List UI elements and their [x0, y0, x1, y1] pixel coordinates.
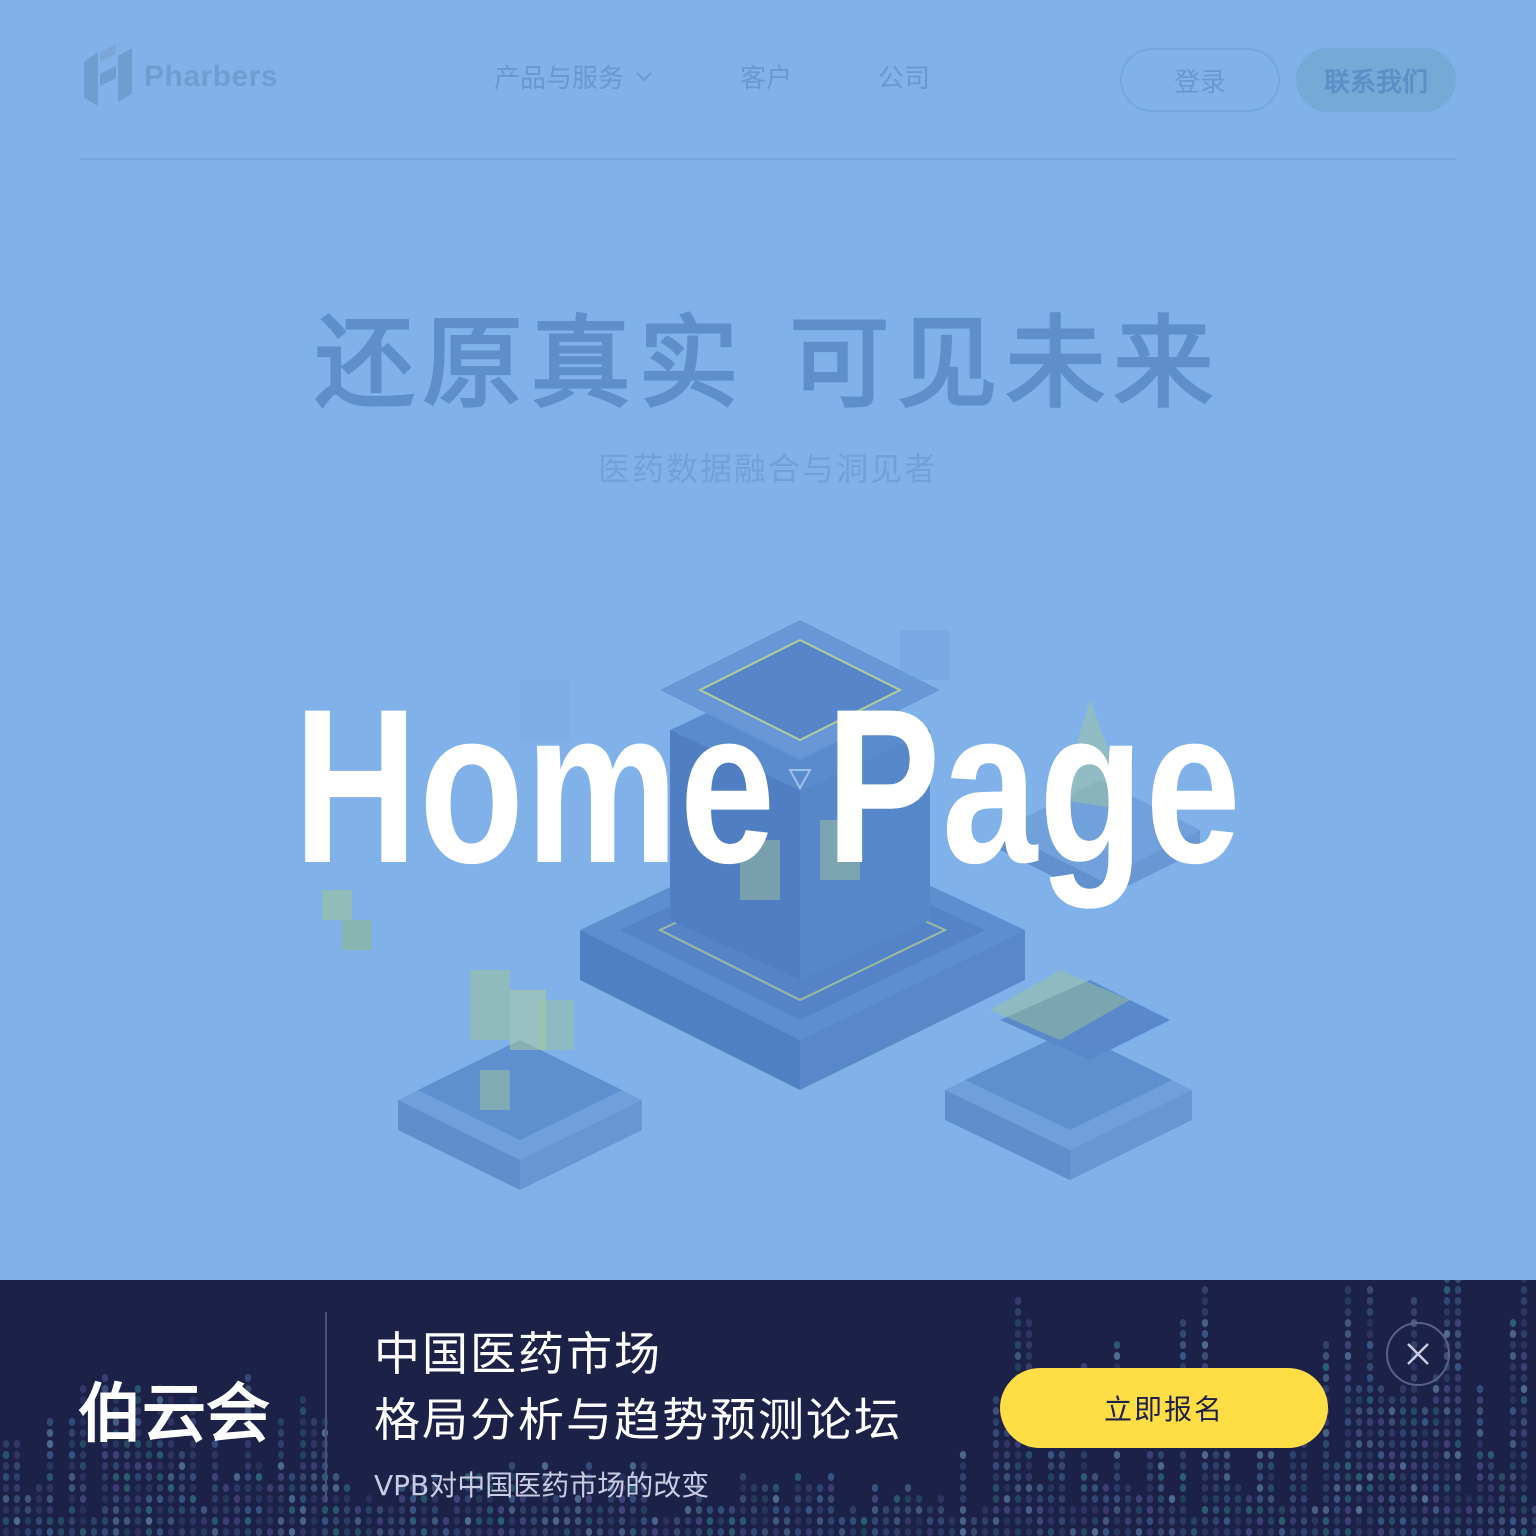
close-icon — [1407, 1343, 1429, 1365]
nav-label: 公司 — [878, 64, 931, 94]
login-button[interactable]: 登录 — [1120, 48, 1280, 112]
nav-products-services[interactable]: 产品与服务 — [494, 58, 654, 95]
event-banner: 伯云会 中国医药市场 格局分析与趋势预测论坛 VPB对中国医药市场的改变 立即报… — [0, 1280, 1536, 1536]
banner-divider — [325, 1312, 327, 1502]
banner-title-line2: 格局分析与趋势预测论坛 — [374, 1393, 902, 1447]
hero-title: 还原真实 可见未来 — [314, 305, 1222, 422]
right-platform — [945, 970, 1192, 1180]
nav-label: 产品与服务 — [494, 64, 625, 94]
nav-company[interactable]: 公司 — [878, 58, 930, 95]
site-header: Pharbers 产品与服务 客户 公司 登录 联系我们 — [80, 0, 1456, 160]
left-platform — [398, 970, 642, 1190]
home-page-overlay-title: Home Page — [293, 663, 1243, 909]
contact-us-button[interactable]: 联系我们 — [1296, 48, 1456, 112]
pharbers-logo-icon — [84, 44, 132, 106]
banner-logo-text: 伯云会 — [78, 1378, 270, 1446]
brand-name: Pharbers — [144, 60, 279, 93]
banner-close-button[interactable] — [1386, 1322, 1450, 1386]
chevron-down-icon — [636, 71, 652, 81]
hero-subtitle: 医药数据融合与洞见者 — [597, 450, 938, 488]
main-nav: 产品与服务 客户 公司 — [494, 58, 930, 95]
nav-customers[interactable]: 客户 — [740, 58, 792, 95]
brand-logo[interactable]: Pharbers — [80, 44, 278, 110]
boyunhui-logo: 伯云会 — [78, 1378, 270, 1446]
register-now-button[interactable]: 立即报名 — [1000, 1368, 1328, 1448]
banner-title-line1: 中国医药市场 — [374, 1327, 662, 1381]
banner-subtitle: VPB对中国医药市场的改变 — [374, 1469, 710, 1502]
nav-label: 客户 — [740, 64, 793, 94]
